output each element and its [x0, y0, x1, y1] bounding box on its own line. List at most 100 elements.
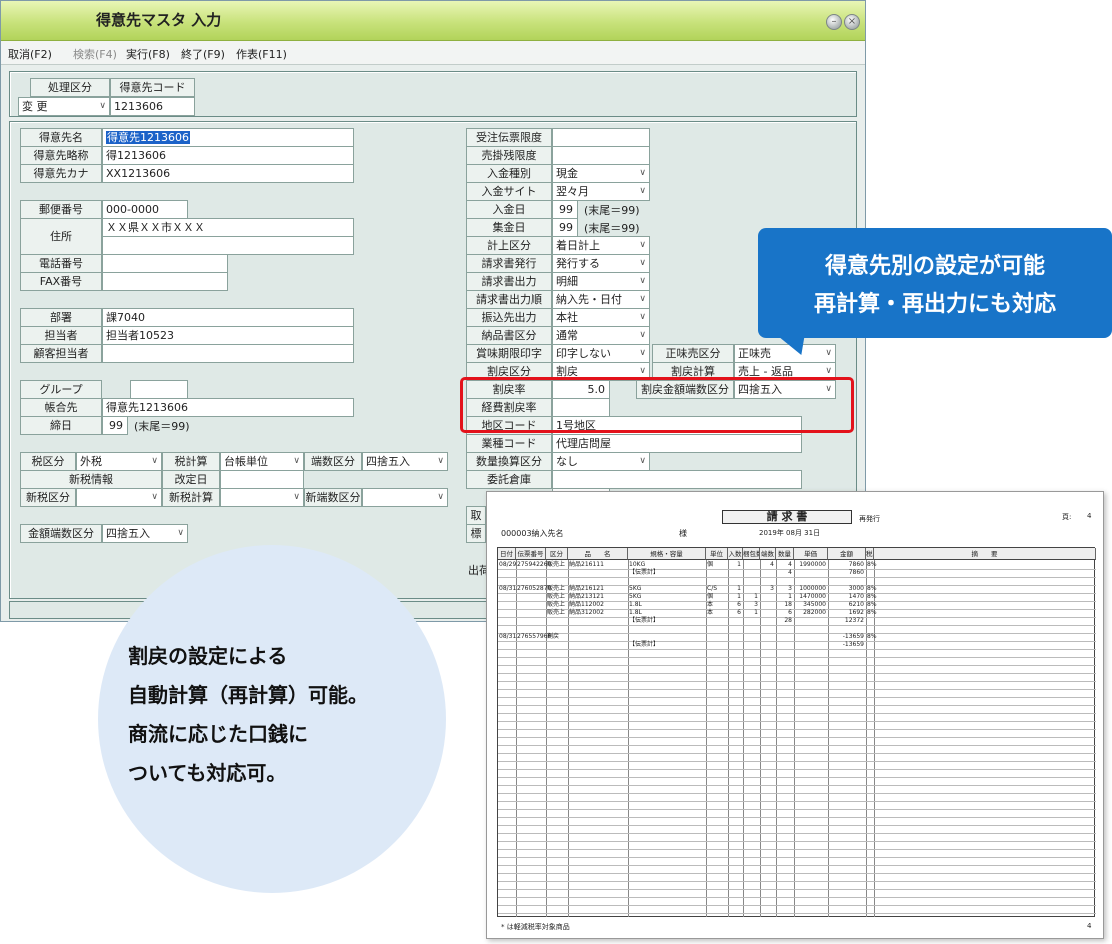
new-frac-select[interactable]: ∨	[362, 488, 448, 507]
page-label: 頁:	[1062, 513, 1072, 521]
book-kbn-select[interactable]: 着日計上 ∨	[552, 236, 650, 255]
invoice-cell: 1.8L	[629, 601, 642, 608]
pay-type-select[interactable]: 現金 ∨	[552, 164, 650, 183]
invoice-cell: 6210	[848, 601, 864, 608]
credit-limit-input[interactable]	[552, 146, 650, 165]
customer-name: 000003納入先名	[501, 529, 564, 538]
pay-day-input[interactable]: 99	[552, 200, 578, 219]
proc-kbn-label: 処理区分	[30, 78, 110, 97]
invoice-cell: 8%	[867, 593, 877, 600]
consign-label: 委託倉庫	[466, 470, 552, 489]
grid-row-line	[498, 729, 1096, 730]
name-input[interactable]: 得意先1213606	[102, 128, 354, 147]
amount-frac-label: 金額端数区分	[20, 524, 102, 543]
fax-input[interactable]	[102, 272, 228, 291]
chevron-down-icon: ∨	[639, 294, 646, 304]
invoice-cell: 7860	[848, 569, 864, 576]
kana-input[interactable]: XX1213606	[102, 164, 354, 183]
tel-label: 電話番号	[20, 254, 102, 273]
close-day-label: 締日	[20, 416, 102, 435]
tax-kbn-select[interactable]: 外税 ∨	[76, 452, 162, 471]
delivery-kbn-value: 通常	[556, 329, 578, 342]
misc-label-1: 取	[466, 506, 486, 525]
inv-issue-select[interactable]: 発行する ∨	[552, 254, 650, 273]
grid-row-line	[498, 713, 1096, 714]
proc-kbn-value: 変 更	[22, 100, 48, 113]
cust-person-input[interactable]	[102, 344, 354, 363]
tax-calc-select[interactable]: 台帳単位 ∨	[220, 452, 304, 471]
grid-row-line	[498, 777, 1096, 778]
invoice-cell: 1692	[848, 609, 864, 616]
tel-input[interactable]	[102, 254, 228, 273]
invoice-cell: 割戻	[547, 633, 560, 640]
grid-row-line	[498, 737, 1096, 738]
tax-kbn-value: 外税	[80, 455, 102, 468]
chevron-down-icon: ∨	[99, 101, 106, 111]
menu-execute[interactable]: 実行(F8)	[126, 46, 170, 62]
frac-label: 端数区分	[304, 452, 362, 471]
menu-exit[interactable]: 終了(F9)	[181, 46, 225, 62]
new-tax-calc-select[interactable]: ∨	[220, 488, 304, 507]
short-name-input[interactable]: 得1213606	[102, 146, 354, 165]
qty-conv-select[interactable]: なし ∨	[552, 452, 650, 471]
pay-site-select[interactable]: 翌々月 ∨	[552, 182, 650, 201]
zip-input[interactable]: 000-0000	[102, 200, 188, 219]
tax-calc-value: 台帳単位	[224, 455, 268, 468]
tax-kbn-label: 税区分	[20, 452, 76, 471]
order-limit-input[interactable]	[552, 128, 650, 147]
short-name-label: 得意先略称	[20, 146, 102, 165]
group-input[interactable]	[130, 380, 188, 399]
chevron-down-icon: ∨	[639, 348, 646, 358]
address-input-2[interactable]	[102, 236, 354, 255]
menu-report[interactable]: 作表(F11)	[236, 46, 287, 62]
inv-order-value: 納入先・日付	[556, 293, 622, 306]
frac-value: 四捨五入	[366, 455, 410, 468]
dept-input[interactable]: 課7040	[102, 308, 354, 327]
close-day-input[interactable]: 99	[102, 416, 128, 435]
expiry-print-select[interactable]: 印字しない ∨	[552, 344, 650, 363]
ledger-input[interactable]: 得意先1213606	[102, 398, 354, 417]
minimize-icon[interactable]: –	[826, 14, 842, 30]
invoice-header-cell: 梱包数	[743, 548, 760, 560]
invoice-cell: 8%	[867, 601, 877, 608]
invoice-cell: 1	[754, 593, 758, 600]
amount-frac-value: 四捨五入	[106, 527, 150, 540]
grid-row-line	[498, 633, 1096, 634]
inv-order-select[interactable]: 納入先・日付 ∨	[552, 290, 650, 309]
delivery-kbn-label: 納品書区分	[466, 326, 552, 345]
invoice-cell: 【伝票計】	[629, 641, 660, 648]
close-icon[interactable]: ×	[844, 14, 860, 30]
invoice-cell: 282000	[803, 609, 826, 616]
frac-select[interactable]: 四捨五入 ∨	[362, 452, 448, 471]
new-tax-kbn-select[interactable]: ∨	[76, 488, 162, 507]
pay-type-label: 入金種別	[466, 164, 552, 183]
invoice-header-cell: 摘 要	[874, 548, 1096, 560]
credit-limit-label: 売掛残限度	[466, 146, 552, 165]
address-input-1[interactable]: ＸＸ県ＸＸ市ＸＸＸ	[102, 218, 354, 237]
invoice-cell: 8%	[867, 633, 877, 640]
industry-code-input[interactable]: 代理店問屋	[552, 434, 802, 453]
proc-kbn-select[interactable]: 変 更 ∨	[18, 97, 110, 116]
menu-search[interactable]: 検索(F4)	[73, 46, 117, 62]
revise-date-input[interactable]	[220, 470, 304, 489]
grid-row-line	[498, 833, 1096, 834]
collect-day-input[interactable]: 99	[552, 218, 578, 237]
transfer-select[interactable]: 本社 ∨	[552, 308, 650, 327]
delivery-kbn-select[interactable]: 通常 ∨	[552, 326, 650, 345]
inv-out-select[interactable]: 明細 ∨	[552, 272, 650, 291]
consign-input[interactable]	[552, 470, 802, 489]
chevron-down-icon: ∨	[639, 312, 646, 322]
qty-conv-value: なし	[556, 455, 578, 468]
customer-code-input[interactable]: 1213606	[110, 97, 195, 116]
menu-cancel[interactable]: 取消(F2)	[8, 46, 52, 62]
invoice-cell: 1	[737, 585, 741, 592]
book-kbn-value: 着日計上	[556, 239, 600, 252]
grid-row-line	[498, 697, 1096, 698]
transfer-label: 振込先出力	[466, 308, 552, 327]
page-number: 4	[1087, 512, 1092, 520]
footer-page: 4	[1087, 922, 1092, 930]
person-input[interactable]: 担当者10523	[102, 326, 354, 345]
amount-frac-select[interactable]: 四捨五入 ∨	[102, 524, 188, 543]
invoice-cell: 4	[788, 569, 792, 576]
inv-out-label: 請求書出力	[466, 272, 552, 291]
